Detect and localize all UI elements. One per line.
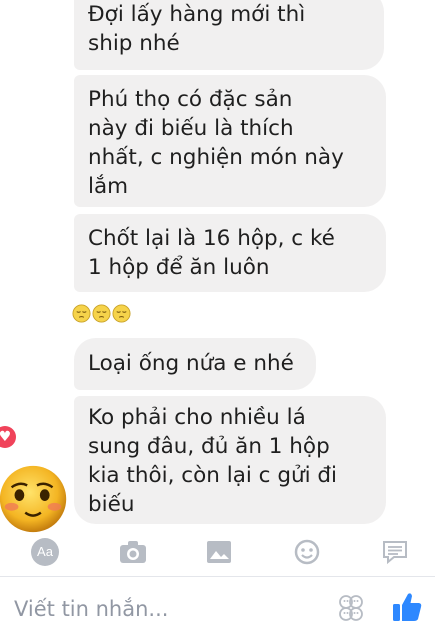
- chat-bubble-icon: [383, 541, 407, 565]
- message-bubble[interactable]: Chốt lại là 16 hộp, c ké 1 hộp để ăn luô…: [74, 214, 386, 292]
- emoji-reaction-message[interactable]: [72, 304, 131, 323]
- message-bubble[interactable]: Ko phải cho nhiều lá sung đâu, đủ ăn 1 h…: [74, 396, 386, 524]
- composer-toolbar: Aa: [0, 528, 435, 576]
- pensive-face-icon: [112, 304, 131, 323]
- message-composer: [0, 577, 435, 640]
- blushing-emoji-sticker: [0, 465, 67, 533]
- message-bubble[interactable]: Phú thọ có đặc sản này đi biếu là thích …: [74, 75, 386, 207]
- message-bubble[interactable]: Loại ống nứa e nhé: [74, 338, 316, 390]
- camera-icon: [120, 541, 146, 563]
- camera-button[interactable]: [116, 528, 150, 576]
- message-bubble[interactable]: Đợi lấy hàng mới thì ship nhé: [74, 0, 384, 70]
- sticker-icon[interactable]: [336, 593, 366, 623]
- emoji-button[interactable]: [290, 528, 324, 576]
- pensive-face-icon: [92, 304, 111, 323]
- more-options-button[interactable]: [378, 528, 412, 576]
- conversation-area: Đợi lấy hàng mới thì ship nhé Phú thọ có…: [0, 0, 435, 528]
- aa-label: Aa: [31, 538, 59, 566]
- message-input[interactable]: [14, 589, 314, 629]
- smiley-icon: [294, 539, 320, 565]
- image-button[interactable]: [202, 528, 236, 576]
- text-format-button[interactable]: Aa: [28, 528, 62, 576]
- image-icon: [207, 541, 231, 563]
- thumbs-up-icon[interactable]: [392, 591, 422, 623]
- pensive-face-icon: [72, 304, 91, 323]
